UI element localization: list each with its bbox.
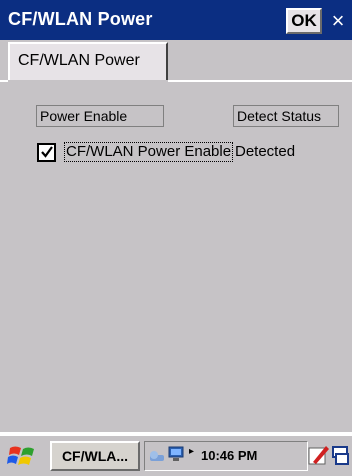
tray-expand-icon[interactable]: ▸ [189,446,194,457]
taskbar: CF/WLA... ▸ 10:46 PM [0,434,352,476]
computer-connection-icon[interactable] [167,445,185,463]
ok-button[interactable]: OK [286,8,322,34]
detect-status-header: Detect Status [233,105,339,127]
title-bar: CF/WLAN Power OK × [0,0,352,40]
app-window: CF/WLAN Power OK × CF/WLAN Power Power E… [0,0,352,476]
close-button[interactable]: × [326,8,350,34]
tab-divider [168,80,352,82]
detect-status-value: Detected [235,143,296,160]
windows-switch-icon[interactable] [332,444,350,468]
tab-cf-wlan-power[interactable]: CF/WLAN Power [8,42,168,80]
power-enable-label[interactable]: CF/WLAN Power Enable [64,142,234,162]
clock[interactable]: 10:46 PM [201,448,257,463]
power-enable-header: Power Enable [36,105,164,127]
input-panel-pen-icon[interactable] [308,442,330,468]
tab-divider [0,80,8,82]
tab-label: CF/WLAN Power [18,52,140,69]
system-tray: ▸ 10:46 PM [144,441,308,471]
window-title: CF/WLAN Power [8,9,153,29]
taskbar-item-cf-wlan[interactable]: CF/WLA... [50,441,140,471]
windows-start-icon[interactable] [6,442,42,470]
checkmark-icon [41,146,53,158]
power-enable-checkbox[interactable] [37,143,56,162]
